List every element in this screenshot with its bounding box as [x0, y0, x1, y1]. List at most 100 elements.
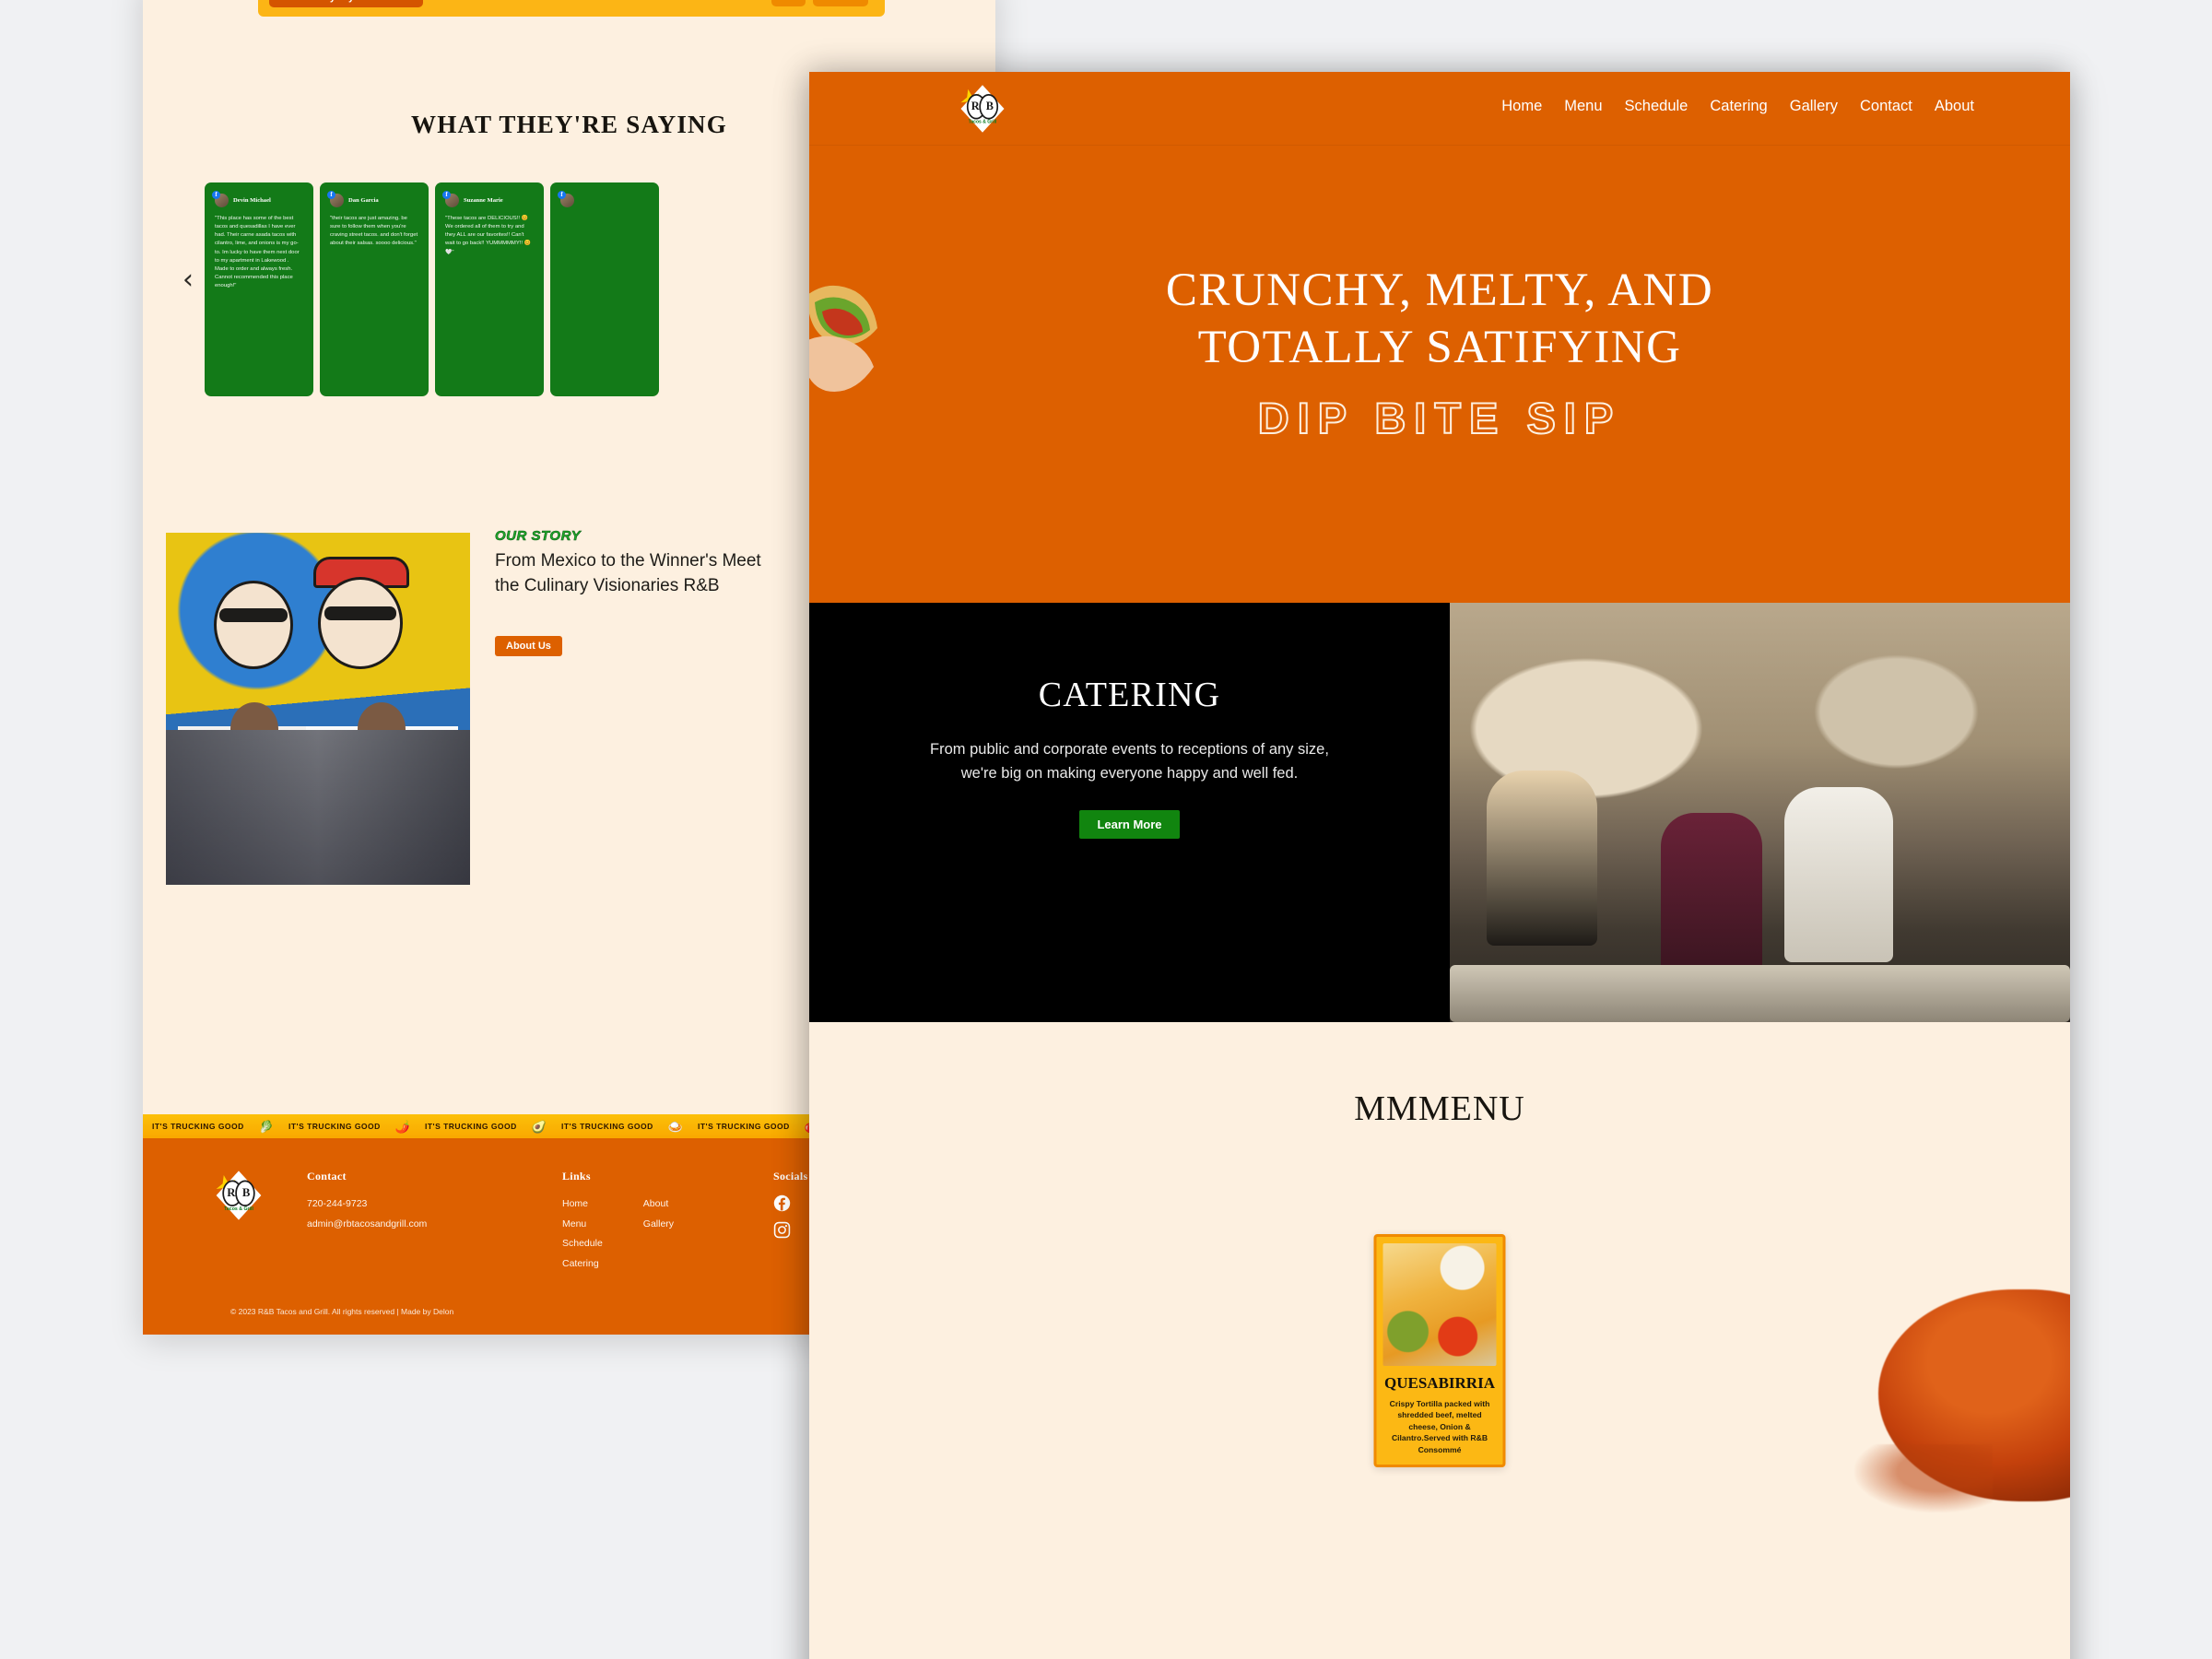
avatar: f [558, 191, 574, 207]
marquee-food-icon: 🍛 [667, 1119, 683, 1134]
nav-item-about[interactable]: About [1935, 98, 1974, 115]
featured-dish-name: QUESABIRRIA [1384, 1374, 1495, 1392]
chef-head [229, 702, 278, 757]
menu-section: MMMENU QUESABIRRIA Crispy Tortilla packe… [809, 1022, 2070, 1659]
foreground-browser-window[interactable]: R B Tacos & Grill Home Menu Schedule Cat… [809, 72, 2070, 1659]
screenshot-stage: Powered By Styled Calendar Print Subscri… [0, 0, 2212, 1659]
navbar-logo[interactable]: R B Tacos & Grill [957, 83, 1008, 135]
avatar: f [442, 191, 459, 207]
our-story-title: From Mexico to the Winner's Meet the Cul… [495, 551, 761, 595]
our-story-photo [166, 533, 470, 885]
marquee-food-icon: 🥬 [258, 1119, 274, 1134]
testimonial-card: f Devin Michael "This place has some of … [205, 182, 313, 396]
testimonial-card: f Dan Garcia "their tacos are just amazi… [320, 182, 429, 396]
svg-text:B: B [986, 100, 994, 112]
facebook-icon: f [442, 191, 451, 199]
testimonial-card: f Suzanne Marie "These tacos are DELICIO… [435, 182, 544, 396]
hero-tagline: DIP BITE SIP [1257, 393, 1622, 443]
hero-content: CRUNCHY, MELTY, AND TOTALLY SATIFYING DI… [809, 262, 2070, 443]
mural-sunglasses-left [219, 608, 288, 622]
hero-headline-line-1: CRUNCHY, MELTY, AND [1165, 265, 1714, 316]
guest-figure [1487, 771, 1598, 946]
instagram-icon[interactable] [773, 1221, 791, 1239]
footer-link-schedule[interactable]: Schedule [562, 1234, 603, 1254]
hero-headline: CRUNCHY, MELTY, AND TOTALLY SATIFYING [809, 262, 2070, 376]
marquee-text: IT'S TRUCKING GOOD [561, 1122, 653, 1131]
footer-contact-heading: Contact [307, 1170, 347, 1182]
avatar: f [212, 191, 229, 207]
testimonial-header: f Dan Garcia [327, 191, 418, 208]
footer-links-col-2: About Gallery [643, 1194, 674, 1274]
facebook-icon: f [327, 191, 335, 199]
svg-text:Tacos & Grill: Tacos & Grill [224, 1206, 253, 1212]
buffet-table [1450, 965, 2070, 1022]
catering-text-panel: CATERING From public and corporate event… [809, 603, 1450, 1022]
chef-head [358, 702, 406, 757]
testimonial-quote: "These tacos are DELICIOUS!! 😊 We ordere… [445, 216, 531, 255]
styled-calendar-bar: Powered By Styled Calendar Print Subscri… [258, 0, 885, 17]
footer-copyright: © 2023 R&B Tacos and Grill. All rights r… [230, 1307, 454, 1316]
catering-subtitle: From public and corporate events to rece… [809, 738, 1450, 785]
testimonial-header: f Suzanne Marie [442, 191, 534, 208]
catering-subtitle-line-1: From public and corporate events to rece… [930, 741, 1329, 758]
footer-links-column: Links Home Menu Schedule Catering About … [562, 1170, 674, 1274]
marquee-food-icon: 🌶️ [394, 1119, 410, 1134]
testimonial-card: f [550, 182, 659, 396]
footer-link-menu[interactable]: Menu [562, 1215, 603, 1235]
testimonial-quote: "their tacos are just amazing. be sure t… [330, 216, 418, 247]
nav-item-schedule[interactable]: Schedule [1625, 98, 1688, 115]
facebook-icon[interactable] [773, 1194, 791, 1212]
nav-item-gallery[interactable]: Gallery [1790, 98, 1838, 115]
learn-more-button[interactable]: Learn More [1079, 810, 1180, 840]
footer-socials-column: Socials [773, 1170, 807, 1239]
powered-by-calendar-badge[interactable]: Powered By Styled Calendar [269, 0, 424, 7]
marquee-text: IT'S TRUCKING GOOD [425, 1122, 517, 1131]
guest-figure [1784, 787, 1894, 963]
catering-subtitle-line-2: we're big on making everyone happy and w… [960, 764, 1299, 782]
nav-item-home[interactable]: Home [1501, 98, 1542, 115]
marquee-text: IT'S TRUCKING GOOD [152, 1122, 244, 1131]
marquee-text: IT'S TRUCKING GOOD [698, 1122, 790, 1131]
testimonial-author: Devin Michael [233, 197, 271, 204]
carousel-prev-icon[interactable]: ‹ [174, 266, 202, 295]
catering-event-photo [1450, 603, 2070, 1022]
chef-left [178, 702, 331, 885]
nav-item-catering[interactable]: Catering [1710, 98, 1767, 115]
featured-dish-description: Crispy Tortilla packed with shredded bee… [1389, 1399, 1490, 1454]
avatar: f [327, 191, 344, 207]
testimonial-author: Suzanne Marie [464, 197, 503, 204]
footer-link-home[interactable]: Home [562, 1194, 603, 1215]
featured-dish-card[interactable]: QUESABIRRIA Crispy Tortilla packed with … [1373, 1234, 1506, 1468]
footer-links-col-1: Home Menu Schedule Catering [562, 1194, 603, 1274]
chef-right [305, 702, 458, 885]
hero-headline-line-2: TOTALLY SATIFYING [1197, 322, 1682, 374]
nav-item-contact[interactable]: Contact [1860, 98, 1912, 115]
hero-section: CRUNCHY, MELTY, AND TOTALLY SATIFYING DI… [809, 146, 2070, 603]
catering-title: CATERING [1038, 676, 1221, 714]
footer-link-about[interactable]: About [643, 1194, 674, 1215]
site-navbar: R B Tacos & Grill Home Menu Schedule Cat… [809, 72, 2070, 146]
mural-sunglasses-right [324, 606, 396, 620]
footer-email[interactable]: admin@rbtacosandgrill.com [307, 1215, 427, 1235]
footer-logo[interactable]: R B Tacos & Grill [212, 1169, 265, 1222]
footer-contact-column: Contact 720-244-9723 admin@rbtacosandgri… [307, 1170, 427, 1234]
svg-text:Tacos & Grill: Tacos & Grill [969, 120, 997, 125]
navbar-links: Home Menu Schedule Catering Gallery Cont… [1501, 98, 1974, 115]
nav-item-menu[interactable]: Menu [1564, 98, 1602, 115]
catering-section: CATERING From public and corporate event… [809, 603, 2070, 1022]
subscribe-button[interactable]: Subscribe [812, 0, 868, 6]
testimonial-header: f Devin Michael [212, 191, 303, 208]
footer-link-gallery[interactable]: Gallery [643, 1215, 674, 1235]
quesabirria-photo [1382, 1243, 1497, 1366]
about-us-button[interactable]: About Us [495, 636, 562, 656]
footer-phone[interactable]: 720-244-9723 [307, 1194, 427, 1215]
testimonial-quote: "This place has some of the best tacos a… [215, 216, 300, 289]
testimonial-header: f [558, 191, 649, 208]
svg-text:B: B [242, 1186, 251, 1199]
print-button[interactable]: Print [771, 0, 806, 6]
footer-links-heading: Links [562, 1170, 591, 1182]
guest-figure [1660, 812, 1762, 974]
mural-face-right [318, 577, 403, 669]
paprika-decoration [1854, 1289, 2070, 1512]
footer-link-catering[interactable]: Catering [562, 1254, 603, 1275]
